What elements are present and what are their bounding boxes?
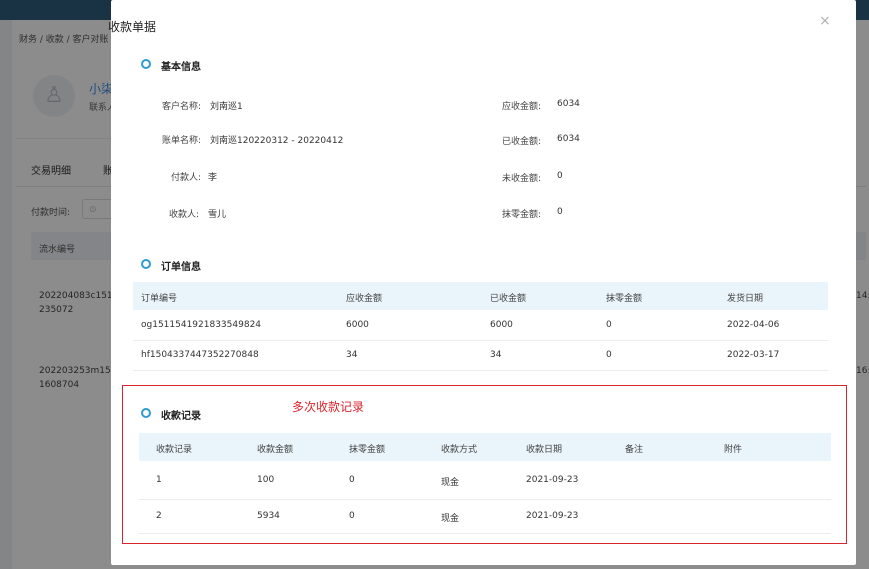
order-row-rounding: 0 (606, 320, 612, 330)
payment-col-method: 收款方式 (441, 445, 478, 455)
payee-label: 收款人: (169, 210, 200, 220)
modal-title: 收款单据 (108, 20, 157, 34)
order-col-received: 已收金额 (490, 294, 527, 304)
order-table-header (133, 282, 828, 310)
receivable-label: 应收金额: (502, 102, 542, 112)
section-dot-icon (141, 259, 151, 269)
order-col-receivable: 应收金额 (346, 294, 383, 304)
row-divider (133, 370, 828, 371)
payer-label: 付款人: (171, 173, 202, 183)
close-icon[interactable]: × (819, 13, 831, 29)
rounding-value: 0 (557, 207, 563, 217)
unreceived-label: 未收金额: (502, 174, 542, 184)
order-row-id: hf1504337447352270848 (141, 350, 259, 360)
received-label: 已收金额: (502, 137, 542, 147)
customer-name-label: 客户名称: (162, 102, 202, 112)
payee-value: 雪儿 (208, 210, 227, 220)
payment-col-record: 收款记录 (156, 445, 193, 455)
order-row-received: 34 (490, 350, 502, 360)
order-col-ship-date: 发货日期 (727, 294, 764, 304)
row-divider (139, 533, 831, 534)
customer-name-value: 刘南巡1 (210, 102, 243, 112)
order-row-ship-date: 2022-03-17 (727, 350, 780, 360)
section-title-basic-info: 基本信息 (161, 62, 201, 73)
annotation-label: 多次收款记录 (292, 400, 365, 414)
payment-row-record: 2 (156, 511, 162, 521)
order-col-id: 订单编号 (141, 294, 178, 304)
order-row-ship-date: 2022-04-06 (727, 320, 780, 330)
order-row-receivable: 34 (346, 350, 358, 360)
row-divider (133, 340, 828, 341)
received-value: 6034 (557, 134, 580, 144)
payment-col-date: 收款日期 (526, 445, 563, 455)
payment-row-rounding: 0 (349, 511, 355, 521)
highlight-box (122, 385, 847, 544)
section-dot-icon (141, 408, 151, 418)
bill-name-value: 刘南巡120220312 - 20220412 (210, 136, 344, 146)
payment-col-amount: 收款金额 (257, 445, 294, 455)
order-row-id: og1511541921833549824 (141, 320, 262, 330)
payer-value: 李 (208, 173, 218, 183)
payment-col-rounding: 抹零金额 (349, 445, 386, 455)
payment-row-record: 1 (156, 475, 162, 485)
payment-row-method: 现金 (441, 478, 460, 488)
order-col-rounding: 抹零金额 (606, 294, 643, 304)
unreceived-value: 0 (557, 171, 563, 181)
section-title-order-info: 订单信息 (161, 262, 201, 273)
payment-col-remark: 备注 (625, 445, 644, 455)
payment-row-date: 2021-09-23 (526, 511, 579, 521)
section-dot-icon (141, 59, 151, 69)
payment-row-amount: 100 (257, 475, 275, 485)
order-row-received: 6000 (490, 320, 513, 330)
order-row-rounding: 0 (606, 350, 612, 360)
rounding-label: 抹零金额: (502, 210, 542, 220)
payment-row-method: 现金 (441, 514, 460, 524)
receivable-value: 6034 (557, 99, 580, 109)
payment-row-rounding: 0 (349, 475, 355, 485)
payment-col-attachment: 附件 (724, 445, 743, 455)
payment-row-amount: 5934 (257, 511, 280, 521)
bill-name-label: 账单名称: (162, 136, 202, 146)
order-row-receivable: 6000 (346, 320, 369, 330)
payment-row-date: 2021-09-23 (526, 475, 579, 485)
row-divider (139, 499, 831, 500)
section-title-payment-records: 收款记录 (161, 411, 201, 422)
